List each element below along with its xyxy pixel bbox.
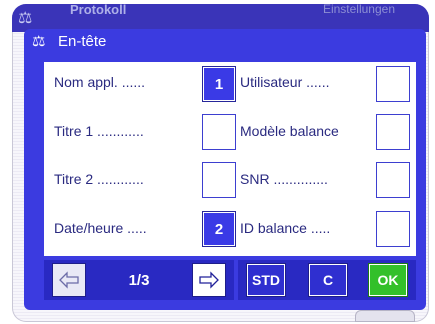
label-utilisateur: Utilisateur ...... <box>240 74 330 90</box>
background-title: Protokoll <box>70 4 127 17</box>
label-titre-1: Titre 1 ............ <box>54 123 144 139</box>
header-dialog: ⚖ En-tête Nom appl. ...... 1 Titre 1 ...… <box>24 29 426 310</box>
checkbox-nom-appl[interactable]: 1 <box>202 66 236 102</box>
label-id-balance: ID balance ..... <box>240 220 331 236</box>
balance-scale-icon: ⚖ <box>32 33 46 50</box>
next-page-button[interactable] <box>192 263 226 297</box>
dialog-title: En-tête <box>58 33 107 50</box>
label-modele-balance: Modèle balance <box>240 123 339 139</box>
checkbox-utilisateur[interactable] <box>376 66 410 102</box>
ok-button[interactable]: OK <box>368 263 408 297</box>
device-frame: ⚖ Protokoll Einstellungen Ke Ei Fu ⚖ En-… <box>0 0 435 324</box>
label-snr: SNR .............. <box>240 171 328 187</box>
previous-page-button[interactable] <box>52 263 86 297</box>
label-date-heure: Date/heure ..... <box>54 220 147 236</box>
label-titre-2: Titre 2 ............ <box>54 171 144 187</box>
checkbox-titre-1[interactable] <box>202 114 236 150</box>
background-titlebar: ⚖ Protokoll Einstellungen <box>12 4 429 32</box>
checkbox-titre-2[interactable] <box>202 162 236 198</box>
label-nom-appl: Nom appl. ...... <box>54 74 146 90</box>
checkbox-id-balance[interactable] <box>376 211 410 247</box>
checkbox-date-heure[interactable]: 2 <box>202 211 236 247</box>
arrow-left-icon <box>59 271 79 289</box>
page-navigation: 1/3 <box>44 260 234 300</box>
checkbox-modele-balance[interactable] <box>376 114 410 150</box>
balance-scale-icon: ⚖ <box>18 10 33 27</box>
clear-button[interactable]: C <box>308 263 348 297</box>
background-title-right: Einstellungen <box>322 4 395 16</box>
background-bottom-tab <box>355 310 415 322</box>
arrow-right-icon <box>199 271 219 289</box>
std-button[interactable]: STD <box>246 263 286 297</box>
dialog-body: Nom appl. ...... 1 Titre 1 ............ … <box>44 62 416 256</box>
checkbox-snr[interactable] <box>376 162 410 198</box>
